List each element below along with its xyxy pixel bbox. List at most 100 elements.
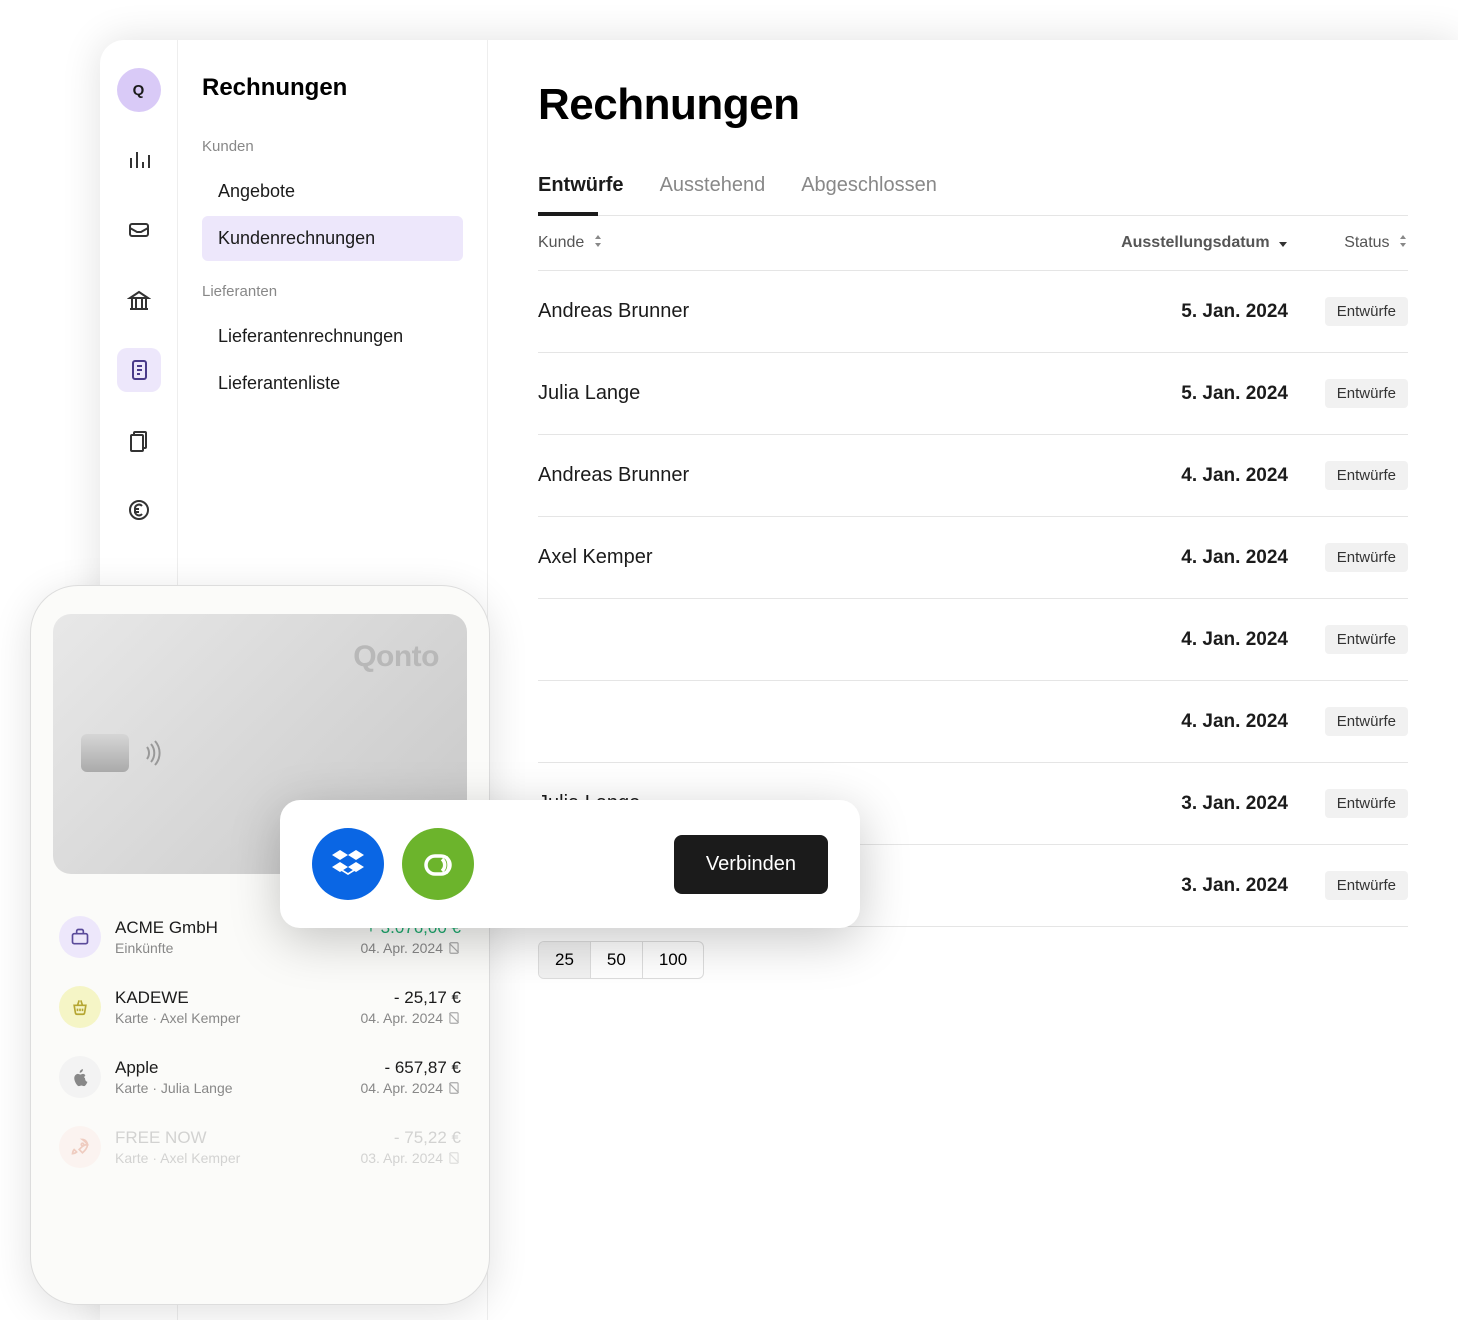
col-date[interactable]: Ausstellungsdatum [1068,234,1288,252]
cell-status: Entwürfe [1288,461,1408,490]
tabs: Entwürfe Ausstehend Abgeschlossen [538,174,1408,216]
cell-status: Entwürfe [1288,379,1408,408]
connect-popup: Verbinden [280,800,860,928]
cell-status: Entwürfe [1288,871,1408,900]
transaction-info: KADEWE Karte · Axel Kemper [115,988,346,1026]
receipt-missing-icon [447,1151,461,1165]
nav-item-supplier-list[interactable]: Lieferantenliste [202,361,463,406]
group-label-suppliers: Lieferanten [202,283,463,300]
status-badge: Entwürfe [1325,625,1408,654]
tab-completed[interactable]: Abgeschlossen [801,174,937,215]
status-badge: Entwürfe [1325,379,1408,408]
cell-date: 3. Jan. 2024 [1068,875,1288,897]
transaction-date: 04. Apr. 2024 [360,940,461,956]
basket-icon [59,986,101,1028]
receipt-missing-icon [447,1081,461,1095]
sort-down-icon [1278,234,1288,252]
transaction-date: 04. Apr. 2024 [360,1080,461,1096]
transaction-info: Apple Karte · Julia Lange [115,1058,346,1096]
cell-customer: Andreas Brunner [538,300,1068,323]
transaction-amount: - 75,22 € 03. Apr. 2024 [360,1128,461,1166]
briefcase-icon [59,916,101,958]
transaction-subtitle: Einkünfte [115,940,346,956]
transaction-subtitle: Karte · Axel Kemper [115,1150,346,1166]
status-badge: Entwürfe [1325,871,1408,900]
page-size-100[interactable]: 100 [643,942,703,978]
apple-icon [59,1056,101,1098]
transaction-list: ACME GmbH Einkünfte + 3.076,00 € 04. Apr… [53,902,467,1182]
col-customer[interactable]: Kunde [538,234,1068,252]
nav-currency-icon[interactable] [117,488,161,532]
nav-documents-icon[interactable] [117,418,161,462]
nav-inbox-icon[interactable] [117,208,161,252]
cell-status: Entwürfe [1288,789,1408,818]
transaction-name: Apple [115,1058,346,1078]
table-row[interactable]: Julia Lange 5. Jan. 2024 Entwürfe [538,353,1408,435]
status-badge: Entwürfe [1325,297,1408,326]
transaction-name: KADEWE [115,988,346,1008]
page-size-25[interactable]: 25 [539,942,591,978]
nav-invoices-icon[interactable] [117,348,161,392]
transaction-subtitle: Karte · Julia Lange [115,1080,346,1096]
main-content: Rechnungen Entwürfe Ausstehend Abgeschlo… [488,40,1458,1320]
cell-date: 4. Jan. 2024 [1068,465,1288,487]
status-badge: Entwürfe [1325,707,1408,736]
cell-date: 4. Jan. 2024 [1068,629,1288,651]
nav-item-quotes[interactable]: Angebote [202,169,463,214]
integration-icon [402,828,474,900]
nav-analytics-icon[interactable] [117,138,161,182]
transaction-row[interactable]: FREE NOW Karte · Axel Kemper - 75,22 € 0… [53,1112,467,1182]
rocket-icon [59,1126,101,1168]
transaction-value: - 75,22 € [360,1128,461,1148]
cell-status: Entwürfe [1288,297,1408,326]
card-brand: Qonto [353,640,439,674]
pagination: 25 50 100 [538,941,704,979]
transaction-info: FREE NOW Karte · Axel Kemper [115,1128,346,1166]
cell-date: 5. Jan. 2024 [1068,301,1288,323]
cell-date: 4. Jan. 2024 [1068,711,1288,733]
transaction-name: FREE NOW [115,1128,346,1148]
nav-bank-icon[interactable] [117,278,161,322]
connect-button[interactable]: Verbinden [674,835,828,894]
receipt-missing-icon [447,1011,461,1025]
card-chip-icon [81,734,129,772]
cell-customer: Andreas Brunner [538,464,1068,487]
table-row[interactable]: 4. Jan. 2024 Entwürfe [538,681,1408,763]
cell-customer: Axel Kemper [538,546,1068,569]
transaction-amount: - 25,17 € 04. Apr. 2024 [360,988,461,1026]
transaction-row[interactable]: Apple Karte · Julia Lange - 657,87 € 04.… [53,1042,467,1112]
table-row[interactable]: Andreas Brunner 4. Jan. 2024 Entwürfe [538,435,1408,517]
cell-status: Entwürfe [1288,543,1408,572]
mobile-frame: Qonto ACME GmbH Einkünfte + 3.076,00 € 0… [30,585,490,1305]
table-row[interactable]: Axel Kemper 4. Jan. 2024 Entwürfe [538,517,1408,599]
sort-icon [1398,234,1408,252]
cell-customer: Julia Lange [538,382,1068,405]
col-status[interactable]: Status [1288,234,1408,252]
sidebar-title: Rechnungen [202,74,463,102]
page-size-50[interactable]: 50 [591,942,643,978]
transaction-row[interactable]: KADEWE Karte · Axel Kemper - 25,17 € 04.… [53,972,467,1042]
contactless-icon [143,740,165,771]
transaction-value: - 25,17 € [360,988,461,1008]
cell-status: Entwürfe [1288,625,1408,654]
tab-drafts[interactable]: Entwürfe [538,174,624,215]
avatar[interactable]: Q [117,68,161,112]
transaction-date: 03. Apr. 2024 [360,1150,461,1166]
tab-pending[interactable]: Ausstehend [660,174,766,215]
table-row[interactable]: Andreas Brunner 5. Jan. 2024 Entwürfe [538,271,1408,353]
transaction-date: 04. Apr. 2024 [360,1010,461,1026]
group-label-customers: Kunden [202,138,463,155]
status-badge: Entwürfe [1325,461,1408,490]
table-row[interactable]: 4. Jan. 2024 Entwürfe [538,599,1408,681]
page-title: Rechnungen [538,80,1408,130]
nav-item-supplier-invoices[interactable]: Lieferantenrechnungen [202,314,463,359]
status-badge: Entwürfe [1325,789,1408,818]
cell-status: Entwürfe [1288,707,1408,736]
transaction-value: - 657,87 € [360,1058,461,1078]
status-badge: Entwürfe [1325,543,1408,572]
nav-item-customer-invoices[interactable]: Kundenrechnungen [202,216,463,261]
receipt-missing-icon [447,941,461,955]
cell-date: 3. Jan. 2024 [1068,793,1288,815]
table-header: Kunde Ausstellungsdatum Status [538,216,1408,271]
cell-date: 5. Jan. 2024 [1068,383,1288,405]
